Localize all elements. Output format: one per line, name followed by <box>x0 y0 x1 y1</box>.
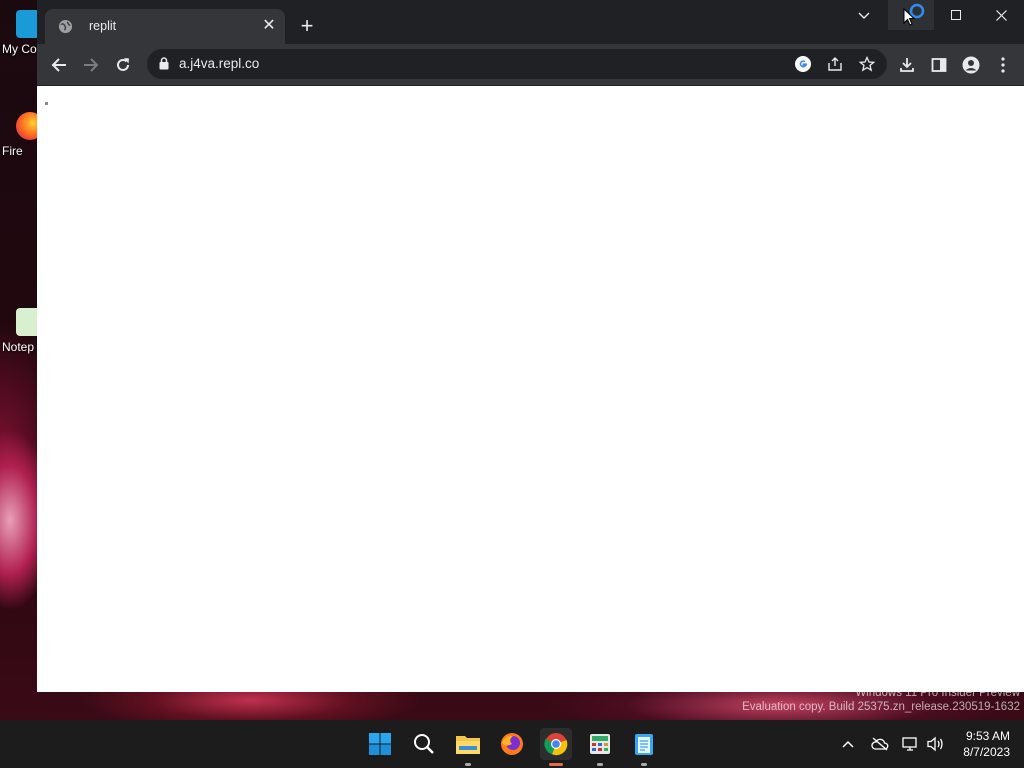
desktop-icon-label: My Co <box>2 42 37 56</box>
desktop-icon-firefox[interactable]: Fire <box>2 112 44 158</box>
close-icon: ✕ <box>262 17 276 34</box>
active-indicator <box>549 763 563 766</box>
download-icon <box>900 58 914 72</box>
chevron-up-icon <box>842 740 854 748</box>
desktop-icon-notepad[interactable]: Notep <box>2 308 44 354</box>
close-window-button[interactable] <box>978 0 1024 30</box>
address-bar[interactable]: a.j4va.repl.co <box>147 49 887 79</box>
profile-button[interactable] <box>958 52 984 78</box>
side-panel-icon <box>931 58 947 72</box>
star-icon <box>859 56 875 72</box>
browser-window: replit ✕ + a.j4va.repl.co <box>37 0 1024 692</box>
url-text: a.j4va.repl.co <box>179 56 260 71</box>
tab-search-button[interactable] <box>841 0 887 30</box>
search-icon <box>414 734 434 754</box>
start-icon <box>369 733 391 755</box>
downloads-button[interactable] <box>894 52 920 78</box>
maximize-icon <box>951 10 961 20</box>
globe-icon <box>58 19 73 34</box>
maximize-button[interactable] <box>933 0 979 30</box>
tab-title: replit <box>89 19 117 33</box>
tab-replit[interactable]: replit ✕ <box>45 9 285 44</box>
reload-button[interactable] <box>110 52 136 78</box>
notepad-icon <box>635 734 653 755</box>
profile-icon <box>962 56 980 74</box>
taskbar-chrome[interactable] <box>540 728 572 766</box>
taskbar-firefox[interactable] <box>496 728 528 760</box>
volume-icon <box>927 736 943 752</box>
plus-icon: + <box>300 13 314 38</box>
share-button[interactable] <box>825 54 845 74</box>
show-hidden-icons-button[interactable] <box>838 734 858 754</box>
watermark-line-2: Evaluation copy. Build 25375.zn_release.… <box>742 701 1020 713</box>
start-button[interactable] <box>364 728 396 760</box>
menu-button[interactable] <box>990 52 1016 78</box>
chevron-down-icon <box>858 12 870 19</box>
taskbar-file-explorer[interactable] <box>452 728 484 766</box>
google-lens-button[interactable] <box>793 54 813 74</box>
system-clock[interactable]: 9:53 AM 8/7/2023 <box>963 728 1010 760</box>
firefox-icon <box>501 733 523 755</box>
desktop-icon-label: Notep <box>2 340 35 354</box>
mouse-cursor-icon <box>903 8 915 26</box>
arrow-right-icon <box>84 58 99 72</box>
bookmark-button[interactable] <box>857 54 877 74</box>
tab-strip: replit ✕ + <box>37 0 1024 44</box>
file-explorer-icon <box>456 736 480 754</box>
forward-button[interactable] <box>78 52 104 78</box>
back-button[interactable] <box>46 52 72 78</box>
desktop-icon-my-computer[interactable]: My Co <box>2 10 44 56</box>
clock-time: 9:53 AM <box>965 729 1010 743</box>
network-icon <box>902 737 917 751</box>
taskbar-search-button[interactable] <box>408 728 440 760</box>
running-indicator <box>597 763 603 766</box>
chrome-icon <box>544 733 568 756</box>
taskbar-calculator-app[interactable] <box>584 728 616 766</box>
cloud-off-icon <box>871 737 889 751</box>
network-button[interactable] <box>901 734 921 754</box>
page-dot <box>45 102 48 105</box>
page-content[interactable] <box>37 86 1024 692</box>
arrow-left-icon <box>51 58 66 72</box>
browser-toolbar: a.j4va.repl.co <box>37 44 1024 85</box>
clock-date: 8/7/2023 <box>963 745 1010 759</box>
reload-icon <box>117 58 129 71</box>
volume-button[interactable] <box>925 734 945 754</box>
running-indicator <box>465 763 471 766</box>
calculator-app-icon <box>590 734 610 754</box>
more-vert-icon <box>1001 57 1005 73</box>
running-indicator <box>641 763 647 766</box>
taskbar-notepad[interactable] <box>628 728 660 766</box>
lock-icon <box>159 57 169 70</box>
new-tab-button[interactable]: + <box>293 13 321 39</box>
onedrive-button[interactable] <box>870 734 890 754</box>
side-panel-button[interactable] <box>926 52 952 78</box>
taskbar: 9:53 AM 8/7/2023 <box>0 720 1024 768</box>
close-icon <box>995 10 1007 21</box>
tab-close-button[interactable]: ✕ <box>257 14 281 38</box>
share-icon <box>828 57 842 71</box>
google-icon <box>795 56 811 72</box>
desktop-icon-label: Fire <box>2 144 23 158</box>
